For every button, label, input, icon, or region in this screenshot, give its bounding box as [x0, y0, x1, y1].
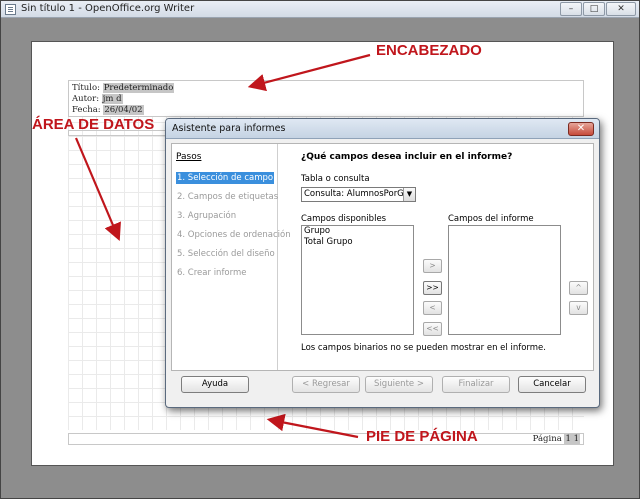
- dialog-body: Pasos 1. Selección de campo 2. Campos de…: [171, 143, 594, 371]
- header-date-label: Fecha:: [72, 105, 104, 115]
- add-all-fields-button[interactable]: >>: [423, 281, 442, 295]
- list-item[interactable]: Grupo: [302, 226, 413, 237]
- steps-panel: Pasos 1. Selección de campo 2. Campos de…: [172, 144, 291, 370]
- back-button[interactable]: < Regresar: [292, 376, 360, 393]
- available-fields-label: Campos disponibles: [301, 214, 387, 224]
- wizard-question: ¿Qué campos desea incluir en el informe?: [301, 152, 513, 162]
- footer-page-number: Página 1 1: [533, 434, 580, 444]
- header-title-value: Predeterminado: [102, 83, 175, 93]
- footer-label: Página: [532, 434, 565, 444]
- header-author-line: Autor: jm d: [72, 94, 123, 104]
- move-up-button[interactable]: ^: [569, 281, 588, 295]
- add-field-button[interactable]: >: [423, 259, 442, 273]
- available-fields-list[interactable]: Grupo Total Grupo: [301, 225, 414, 335]
- remove-field-button[interactable]: <: [423, 301, 442, 315]
- page-header[interactable]: Título: Predeterminado Autor: jm d Fecha…: [68, 80, 584, 117]
- annotation-footer: PIE DE PÁGINA: [366, 428, 478, 445]
- header-title-label: Título:: [72, 83, 103, 93]
- report-wizard-dialog: Asistente para informes ✕ Pasos 1. Selec…: [165, 118, 600, 408]
- writer-document-icon: [5, 4, 16, 15]
- step-label-fields[interactable]: 2. Campos de etiquetas: [176, 191, 278, 203]
- dialog-titlebar[interactable]: Asistente para informes ✕: [166, 119, 599, 139]
- close-button[interactable]: ✕: [606, 2, 636, 16]
- list-item[interactable]: Total Grupo: [302, 237, 413, 248]
- steps-heading: Pasos: [176, 152, 202, 162]
- window-title: Sin título 1 - OpenOffice.org Writer: [21, 3, 195, 14]
- report-fields-list[interactable]: [448, 225, 561, 335]
- step-grouping[interactable]: 3. Agrupación: [176, 210, 274, 222]
- maximize-button[interactable]: □: [583, 2, 605, 16]
- finish-button[interactable]: Finalizar: [442, 376, 510, 393]
- window-titlebar[interactable]: Sin título 1 - OpenOffice.org Writer – □…: [1, 1, 639, 18]
- header-author-value: jm d: [101, 94, 123, 104]
- table-query-select[interactable]: Consulta: AlumnosPorGrupo ▼: [301, 187, 416, 202]
- annotation-header: ENCABEZADO: [376, 42, 482, 59]
- header-author-label: Autor:: [72, 94, 102, 104]
- step-sort-options[interactable]: 4. Opciones de ordenación: [176, 229, 291, 241]
- page-footer[interactable]: Página 1 1: [68, 433, 584, 445]
- header-title-line: Título: Predeterminado: [72, 83, 175, 93]
- table-query-label: Tabla o consulta: [301, 174, 370, 184]
- header-date-line: Fecha: 26/04/02: [72, 105, 144, 115]
- report-fields-label: Campos del informe: [448, 214, 534, 224]
- binary-fields-note: Los campos binarios no se pueden mostrar…: [301, 343, 546, 353]
- step-create-report[interactable]: 6. Crear informe: [176, 267, 274, 279]
- dialog-close-button[interactable]: ✕: [568, 122, 594, 136]
- step-field-selection[interactable]: 1. Selección de campo: [176, 172, 274, 184]
- header-date-value: 26/04/02: [103, 105, 144, 115]
- dialog-title: Asistente para informes: [172, 123, 286, 134]
- step-layout-selection[interactable]: 5. Selección del diseño: [176, 248, 275, 260]
- move-down-button[interactable]: v: [569, 301, 588, 315]
- footer-value: 1 1: [564, 434, 580, 444]
- window-controls: – □ ✕: [560, 2, 636, 16]
- remove-all-fields-button[interactable]: <<: [423, 322, 442, 336]
- cancel-button[interactable]: Cancelar: [518, 376, 586, 393]
- annotation-data-area: ÁREA DE DATOS: [32, 116, 155, 133]
- next-button[interactable]: Siguiente >: [365, 376, 433, 393]
- help-button[interactable]: Ayuda: [181, 376, 249, 393]
- minimize-button[interactable]: –: [560, 2, 582, 16]
- dropdown-arrow-icon[interactable]: ▼: [403, 188, 415, 201]
- table-query-value: Consulta: AlumnosPorGrupo: [304, 189, 416, 199]
